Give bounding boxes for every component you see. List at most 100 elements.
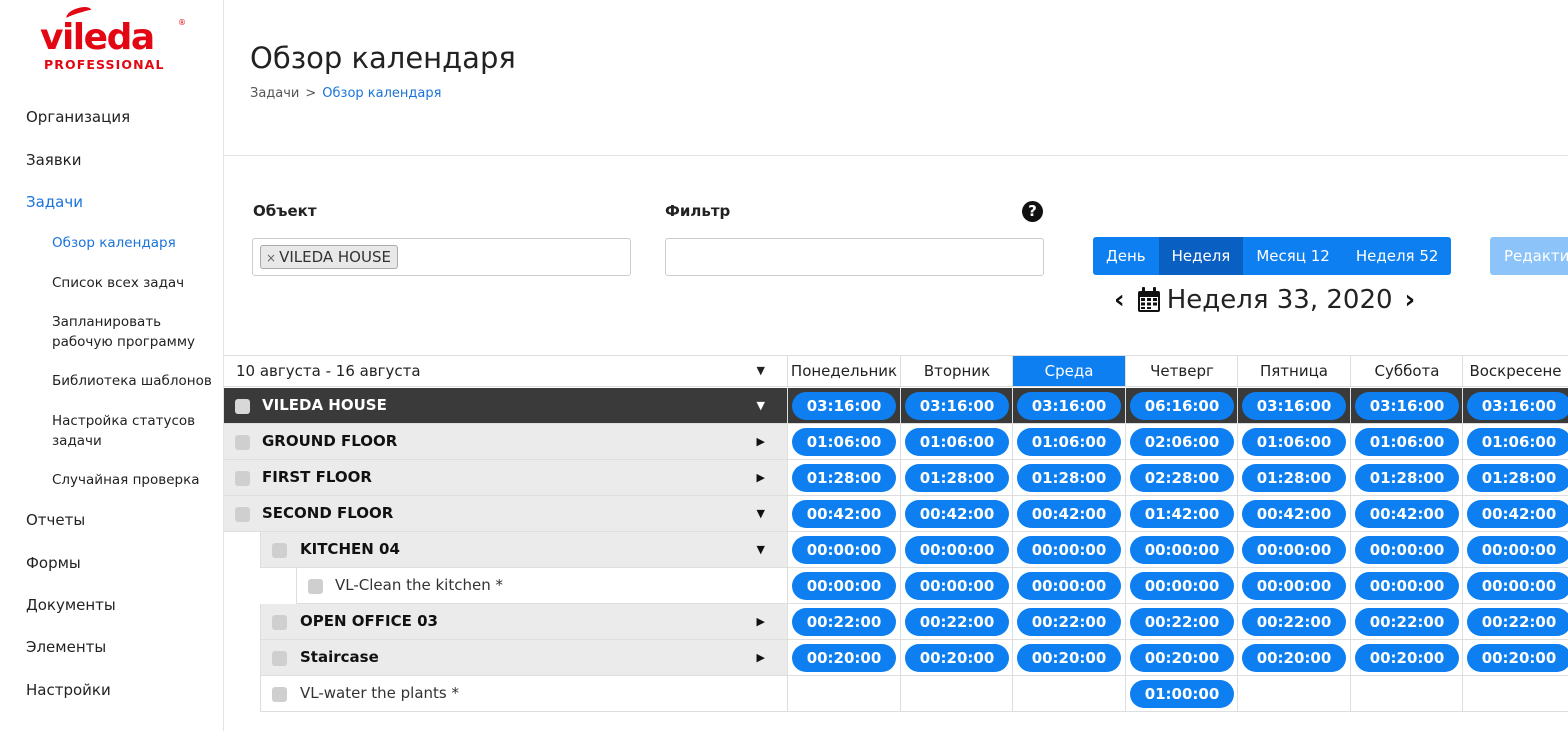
row-checkbox[interactable]	[235, 471, 250, 486]
time-pill[interactable]: 01:06:00	[792, 428, 896, 456]
object-select[interactable]: × VILEDA HOUSE	[252, 238, 631, 276]
row-checkbox[interactable]	[308, 579, 323, 594]
time-pill[interactable]: 00:20:00	[1017, 644, 1121, 672]
nav-sub-calendar-overview[interactable]: Обзор календаря	[52, 233, 220, 253]
time-pill[interactable]: 00:00:00	[1355, 572, 1459, 600]
time-pill[interactable]: 01:06:00	[1017, 428, 1121, 456]
time-pill[interactable]: 03:16:00	[1355, 392, 1459, 420]
date-range-select[interactable]: 10 августа - 16 августа ▼	[224, 355, 787, 387]
time-pill[interactable]: 00:20:00	[1467, 644, 1568, 672]
time-pill[interactable]: 02:06:00	[1130, 428, 1234, 456]
day-header[interactable]: Пятница	[1237, 355, 1350, 387]
time-pill[interactable]: 00:00:00	[1242, 536, 1346, 564]
tree-row[interactable]: SECOND FLOOR ▼	[224, 496, 787, 532]
tree-row[interactable]: VILEDA HOUSE ▼	[224, 388, 787, 424]
row-checkbox[interactable]	[235, 399, 250, 414]
time-pill[interactable]: 00:42:00	[792, 500, 896, 528]
time-pill[interactable]: 02:28:00	[1130, 464, 1234, 492]
row-checkbox[interactable]	[272, 651, 287, 666]
time-pill[interactable]: 01:42:00	[1130, 500, 1234, 528]
time-pill[interactable]: 03:16:00	[1242, 392, 1346, 420]
time-pill[interactable]: 00:20:00	[1242, 644, 1346, 672]
time-pill[interactable]: 03:16:00	[792, 392, 896, 420]
view-week-button[interactable]: Неделя	[1158, 237, 1244, 275]
nav-sub-schedule-program[interactable]: Запланировать рабочую программу	[52, 312, 220, 352]
time-pill[interactable]: 00:42:00	[1355, 500, 1459, 528]
time-pill[interactable]: 00:22:00	[1242, 608, 1346, 636]
time-pill[interactable]: 00:20:00	[1130, 644, 1234, 672]
filter-input[interactable]	[665, 238, 1044, 276]
row-checkbox[interactable]	[272, 615, 287, 630]
nav-sub-task-status-settings[interactable]: Настройка статусов задачи	[52, 411, 220, 451]
expand-icon[interactable]: ▶	[757, 640, 765, 676]
time-pill[interactable]: 01:28:00	[792, 464, 896, 492]
time-pill[interactable]: 01:06:00	[1467, 428, 1568, 456]
nav-item-forms[interactable]: Формы	[26, 553, 81, 573]
time-pill[interactable]: 01:06:00	[905, 428, 1009, 456]
vileda-logo[interactable]: vileda ® PROFESSIONAL	[38, 4, 186, 72]
nav-sub-all-tasks[interactable]: Список всех задач	[52, 273, 220, 293]
time-pill[interactable]: 00:00:00	[1467, 536, 1568, 564]
day-header[interactable]: Вторник	[900, 355, 1013, 387]
row-checkbox[interactable]	[235, 435, 250, 450]
next-week-icon[interactable]: ›	[1405, 284, 1416, 316]
time-pill[interactable]: 01:28:00	[1017, 464, 1121, 492]
time-pill[interactable]: 00:00:00	[905, 536, 1009, 564]
collapse-icon[interactable]: ▼	[757, 532, 765, 568]
time-pill[interactable]: 00:22:00	[792, 608, 896, 636]
row-checkbox[interactable]	[235, 507, 250, 522]
time-pill[interactable]: 00:42:00	[905, 500, 1009, 528]
nav-item-requests[interactable]: Заявки	[26, 150, 81, 170]
time-pill[interactable]: 00:22:00	[1130, 608, 1234, 636]
day-header[interactable]: Суббота	[1350, 355, 1463, 387]
time-pill[interactable]: 00:00:00	[1130, 536, 1234, 564]
time-pill[interactable]: 03:16:00	[1467, 392, 1568, 420]
time-pill[interactable]: 00:00:00	[905, 572, 1009, 600]
nav-item-tasks[interactable]: Задачи	[26, 192, 83, 212]
nav-sub-template-library[interactable]: Библиотека шаблонов	[52, 371, 220, 391]
task-row[interactable]: VL-Clean the kitchen *	[296, 568, 787, 604]
time-pill[interactable]: 01:06:00	[1355, 428, 1459, 456]
time-pill[interactable]: 00:20:00	[792, 644, 896, 672]
object-tag[interactable]: × VILEDA HOUSE	[260, 245, 398, 269]
time-pill[interactable]: 01:28:00	[905, 464, 1009, 492]
row-checkbox[interactable]	[272, 687, 287, 702]
tree-row[interactable]: KITCHEN 04 ▼	[260, 532, 787, 568]
collapse-icon[interactable]: ▼	[757, 388, 765, 424]
tree-row[interactable]: GROUND FLOOR ▶	[224, 424, 787, 460]
time-pill[interactable]: 06:16:00	[1130, 392, 1234, 420]
nav-sub-random-check[interactable]: Случайная проверка	[52, 470, 220, 490]
time-pill[interactable]: 00:00:00	[1130, 572, 1234, 600]
time-pill[interactable]: 00:00:00	[792, 536, 896, 564]
time-pill[interactable]: 01:28:00	[1467, 464, 1568, 492]
tag-remove-icon[interactable]: ×	[266, 251, 276, 265]
breadcrumb-current[interactable]: Обзор календаря	[322, 86, 441, 101]
view-month-button[interactable]: Месяц 12	[1243, 237, 1343, 275]
time-pill[interactable]: 00:00:00	[1355, 536, 1459, 564]
task-row[interactable]: VL-water the plants *	[260, 676, 787, 712]
time-pill[interactable]: 00:00:00	[1017, 572, 1121, 600]
time-pill[interactable]: 00:20:00	[905, 644, 1009, 672]
nav-item-organization[interactable]: Организация	[26, 107, 130, 127]
view-52-weeks-button[interactable]: Неделя 52	[1342, 237, 1452, 275]
tree-row[interactable]: Staircase ▶	[260, 640, 787, 676]
view-day-button[interactable]: День	[1093, 237, 1159, 275]
day-header[interactable]: Среда	[1012, 355, 1125, 387]
time-pill[interactable]: 00:42:00	[1467, 500, 1568, 528]
expand-icon[interactable]: ▶	[757, 604, 765, 640]
time-pill[interactable]: 01:28:00	[1355, 464, 1459, 492]
tree-row[interactable]: OPEN OFFICE 03 ▶	[260, 604, 787, 640]
time-pill[interactable]: 01:28:00	[1242, 464, 1346, 492]
time-pill[interactable]: 00:20:00	[1355, 644, 1459, 672]
breadcrumb-parent[interactable]: Задачи	[250, 86, 299, 101]
day-header[interactable]: Понедельник	[787, 355, 900, 387]
day-header[interactable]: Воскресене	[1462, 355, 1568, 387]
time-pill[interactable]: 00:00:00	[1242, 572, 1346, 600]
time-pill[interactable]: 00:42:00	[1017, 500, 1121, 528]
nav-item-documents[interactable]: Документы	[26, 595, 116, 615]
time-pill[interactable]: 00:00:00	[1017, 536, 1121, 564]
row-checkbox[interactable]	[272, 543, 287, 558]
time-pill[interactable]: 00:22:00	[905, 608, 1009, 636]
day-header[interactable]: Четверг	[1125, 355, 1238, 387]
nav-item-reports[interactable]: Отчеты	[26, 510, 85, 530]
